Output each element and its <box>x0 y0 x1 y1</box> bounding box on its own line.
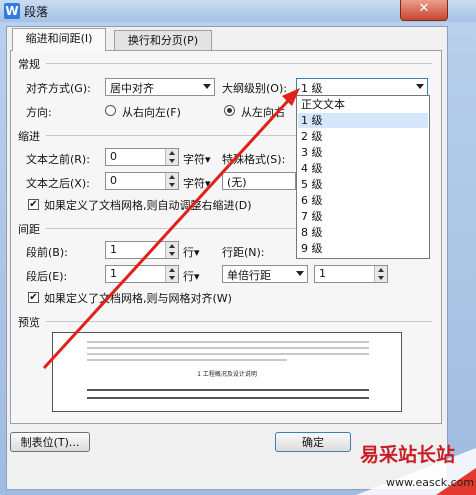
annotation-arrow-icon <box>42 88 300 370</box>
watermark-text: 易采站长站 <box>360 444 456 466</box>
watermark: 易采站长站 www.easck.com <box>356 438 476 495</box>
watermark-url: www.easck.com <box>386 476 475 489</box>
